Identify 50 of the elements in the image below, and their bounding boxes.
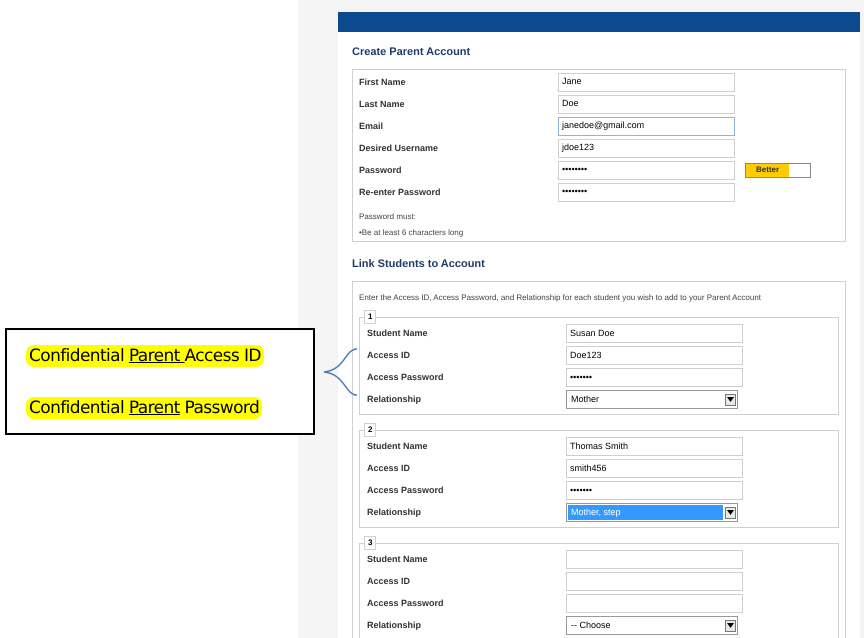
input-field[interactable]: Thomas Smith [566,437,743,456]
field-label: Re-enter Password [359,186,442,198]
input-field[interactable]: Jane [558,72,735,92]
field-label: Student Name [367,440,429,453]
input-field[interactable] [566,550,743,569]
password-rule: Password must: [359,210,417,222]
callout-text: Confidential Parent Access ID [26,344,264,366]
input-field[interactable]: smith456 [566,459,743,478]
input-field[interactable] [566,594,743,613]
caret-icon [725,620,736,632]
instructions-text: Enter the Access ID, Access Password, and Relationship for each student you wish to add to your Parent Account [359,292,762,304]
field-label: Access Password [367,371,445,384]
field-label: Relationship [367,506,422,519]
field-label: Access ID [367,575,412,588]
input-field[interactable]: •••••••• [558,182,735,202]
strength-label: Better [755,164,780,176]
input-field[interactable]: ••••••• [566,481,743,500]
field-label: Access ID [367,349,412,362]
input-field[interactable]: •••••••• [558,160,735,180]
relationship-dropdown[interactable]: -- Choose [566,616,738,635]
caret-icon [725,394,736,406]
callout-text: Confidential Parent Password [26,396,262,418]
field-label: Access ID [367,462,412,475]
field-label: Access Password [367,484,445,497]
field-label: Relationship [367,393,422,406]
section-title: Link Students to Account [352,256,486,272]
password-rule: •Be at least 6 characters long [359,226,464,238]
group-number: 1 [364,310,376,324]
field-label: Student Name [367,553,429,566]
field-label: Last Name [359,98,406,110]
input-field[interactable]: Susan Doe [566,324,743,343]
field-label: Email [359,120,384,132]
input-field[interactable]: jdoe123 [558,138,735,158]
group-number: 2 [364,423,376,437]
field-label: Access Password [367,597,445,610]
field-label: Password [359,164,403,176]
section-title: Create Parent Account [352,45,472,60]
relationship-dropdown[interactable]: Mother [566,390,738,409]
brace-icon [323,348,359,396]
group-number: 3 [364,536,376,550]
field-label: First Name [359,76,407,88]
field-label: Relationship [367,619,422,632]
field-label: Student Name [367,327,429,340]
field-label: Desired Username [359,142,440,154]
input-field[interactable] [566,572,743,591]
input-field[interactable]: ••••••• [566,368,743,387]
caret-icon [725,506,736,518]
input-field[interactable]: Doe123 [566,346,743,365]
input-field[interactable]: janedoe@gmail.com [558,116,735,136]
input-field[interactable]: Doe [558,94,735,114]
